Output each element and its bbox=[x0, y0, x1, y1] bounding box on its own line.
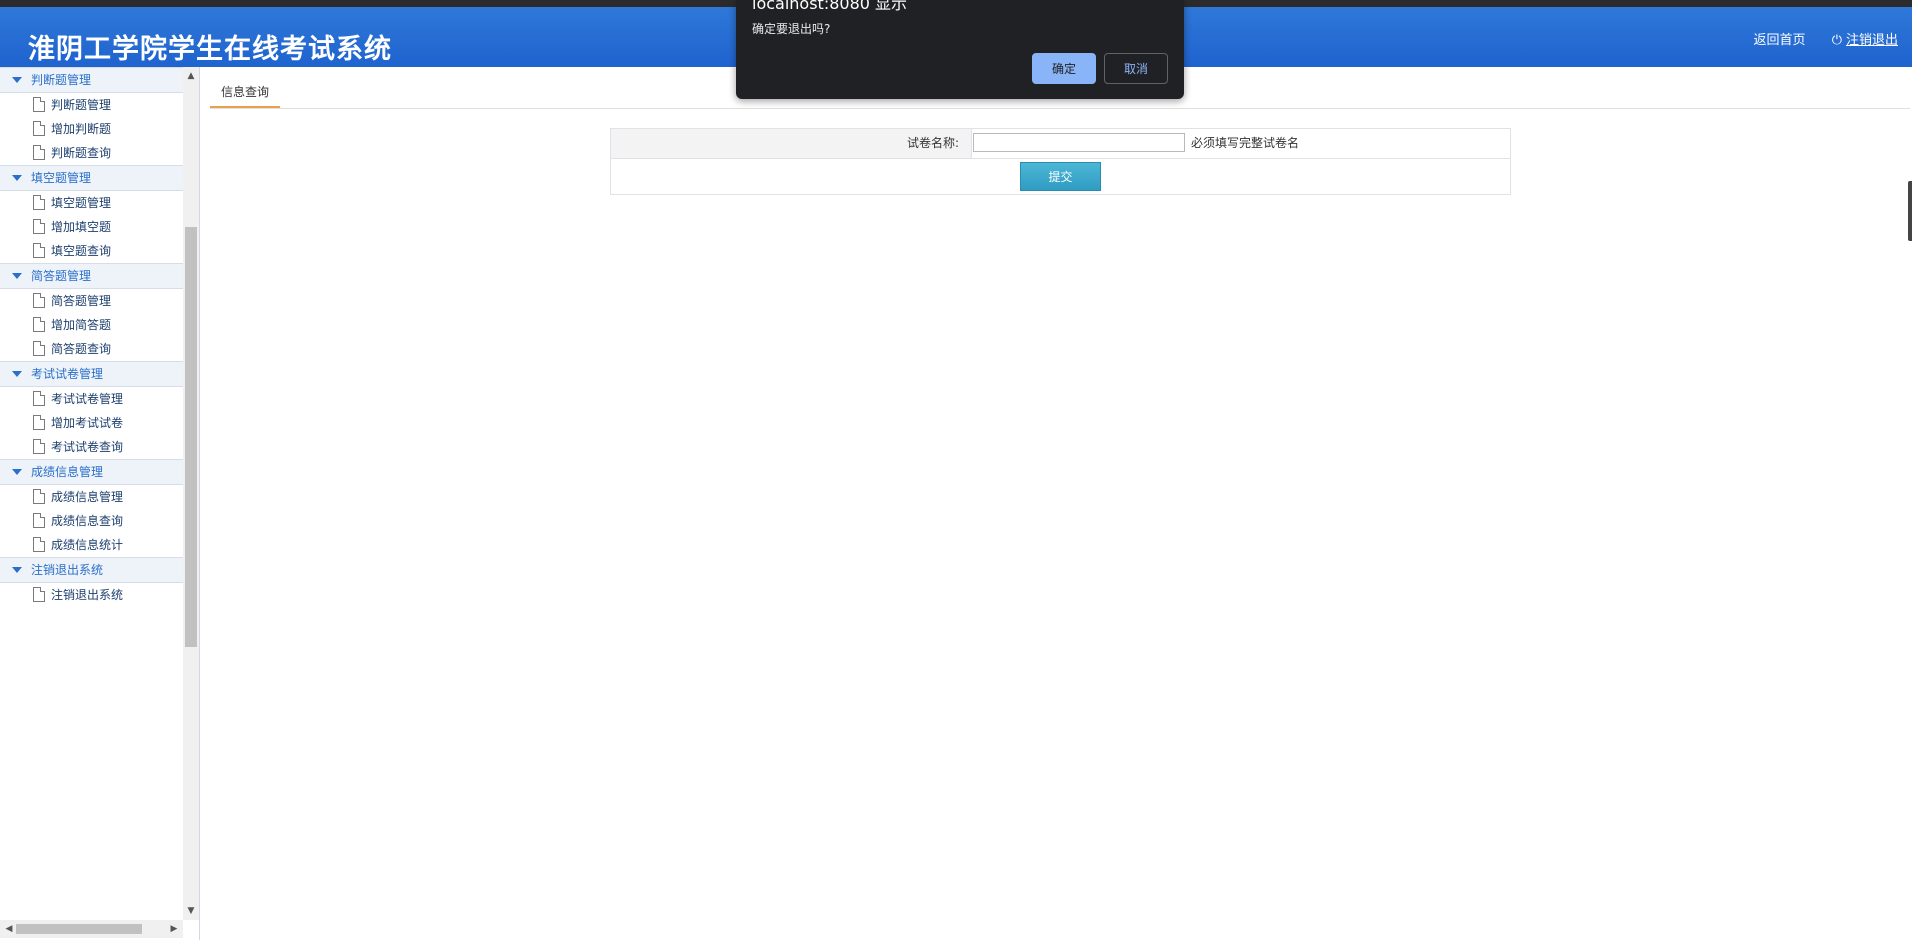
scrollbar-thumb-horizontal[interactable] bbox=[16, 924, 142, 934]
sidebar-item-label: 成绩信息查询 bbox=[51, 514, 124, 528]
paper-name-hint: 必须填写完整试卷名 bbox=[1191, 136, 1300, 150]
dialog-title: localhost:8080 显示 bbox=[752, 0, 908, 13]
sidebar-item-label: 简答题查询 bbox=[51, 342, 112, 356]
document-icon bbox=[33, 219, 45, 234]
scroll-right-icon[interactable]: ▶ bbox=[167, 920, 181, 938]
query-form: 试卷名称: 必须填写完整试卷名 提交 bbox=[610, 128, 1511, 195]
header-links: 返回首页 ⏻ 注销退出 bbox=[1754, 29, 1898, 48]
sidebar-item-label: 填空题管理 bbox=[51, 196, 112, 210]
document-icon bbox=[33, 121, 45, 136]
sidebar-item-label: 考试试卷查询 bbox=[51, 440, 124, 454]
caret-down-icon bbox=[12, 468, 22, 475]
document-icon bbox=[33, 489, 45, 504]
dialog-message: 确定要退出吗? bbox=[752, 22, 831, 36]
sidebar-group-header[interactable]: 注销退出系统 bbox=[0, 557, 183, 583]
app-title: 淮阴工学院学生在线考试系统 bbox=[28, 34, 392, 65]
sidebar-item[interactable]: 增加判断题 bbox=[0, 117, 183, 141]
sidebar-group-label: 成绩信息管理 bbox=[31, 465, 104, 479]
sidebar-item-label: 成绩信息统计 bbox=[51, 538, 124, 552]
sidebar-item[interactable]: 判断题查询 bbox=[0, 141, 183, 165]
confirm-dialog: localhost:8080 显示 确定要退出吗? 确定 取消 bbox=[736, 0, 1184, 99]
sidebar-item-label: 判断题管理 bbox=[51, 98, 112, 112]
caret-down-icon bbox=[12, 76, 22, 83]
sidebar-item-label: 增加判断题 bbox=[51, 122, 112, 136]
logout-link[interactable]: 注销退出 bbox=[1846, 33, 1898, 48]
submit-button[interactable]: 提交 bbox=[1020, 162, 1101, 191]
sidebar-group-label: 注销退出系统 bbox=[31, 563, 104, 577]
sidebar-item-label: 判断题查询 bbox=[51, 146, 112, 160]
sidebar-item[interactable]: 增加简答题 bbox=[0, 313, 183, 337]
sidebar-item-label: 增加简答题 bbox=[51, 318, 112, 332]
sidebar-item[interactable]: 简答题管理 bbox=[0, 289, 183, 313]
document-icon bbox=[33, 341, 45, 356]
sidebar-horizontal-scrollbar[interactable]: ◀ ▶ bbox=[0, 920, 183, 938]
sidebar-item[interactable]: 填空题管理 bbox=[0, 191, 183, 215]
sidebar-item-label: 考试试卷管理 bbox=[51, 392, 124, 406]
sidebar-item-label: 填空题查询 bbox=[51, 244, 112, 258]
sidebar-vertical-scrollbar[interactable]: ▲ ▼ bbox=[183, 67, 199, 920]
sidebar-item[interactable]: 成绩信息统计 bbox=[0, 533, 183, 557]
sidebar-group-header[interactable]: 简答题管理 bbox=[0, 263, 183, 289]
scroll-down-icon[interactable]: ▼ bbox=[183, 904, 199, 918]
sidebar-item[interactable]: 增加考试试卷 bbox=[0, 411, 183, 435]
caret-down-icon bbox=[12, 370, 22, 377]
sidebar-group-label: 考试试卷管理 bbox=[31, 367, 104, 381]
sidebar-item[interactable]: 考试试卷查询 bbox=[0, 435, 183, 459]
sidebar-group-label: 简答题管理 bbox=[31, 269, 92, 283]
sidebar-item-label: 增加填空题 bbox=[51, 220, 112, 234]
sidebar-group-label: 判断题管理 bbox=[31, 73, 92, 87]
sidebar-item-label: 注销退出系统 bbox=[51, 588, 124, 602]
right-edge-handle bbox=[1908, 181, 1912, 241]
sidebar-item[interactable]: 增加填空题 bbox=[0, 215, 183, 239]
caret-down-icon bbox=[12, 174, 22, 181]
sidebar-group-header[interactable]: 成绩信息管理 bbox=[0, 459, 183, 485]
home-link[interactable]: 返回首页 bbox=[1754, 33, 1806, 48]
document-icon bbox=[33, 587, 45, 602]
caret-down-icon bbox=[12, 272, 22, 279]
sidebar-item-label: 成绩信息管理 bbox=[51, 490, 124, 504]
sidebar-group-header[interactable]: 判断题管理 bbox=[0, 67, 183, 93]
dialog-cancel-button[interactable]: 取消 bbox=[1104, 53, 1168, 84]
sidebar-item[interactable]: 填空题查询 bbox=[0, 239, 183, 263]
document-icon bbox=[33, 391, 45, 406]
sidebar-group-header[interactable]: 考试试卷管理 bbox=[0, 361, 183, 387]
scrollbar-thumb[interactable] bbox=[185, 227, 197, 647]
document-icon bbox=[33, 97, 45, 112]
paper-name-label: 试卷名称: bbox=[611, 129, 972, 158]
sidebar-item[interactable]: 判断题管理 bbox=[0, 93, 183, 117]
form-row-submit: 提交 bbox=[611, 159, 1510, 194]
sidebar-item[interactable]: 注销退出系统 bbox=[0, 583, 183, 607]
form-row-paper-name: 试卷名称: 必须填写完整试卷名 bbox=[611, 129, 1510, 159]
sidebar-item-label: 增加考试试卷 bbox=[51, 416, 124, 430]
caret-down-icon bbox=[12, 566, 22, 573]
document-icon bbox=[33, 415, 45, 430]
power-icon: ⏻ bbox=[1831, 33, 1842, 48]
document-icon bbox=[33, 293, 45, 308]
document-icon bbox=[33, 317, 45, 332]
sidebar-group-header[interactable]: 填空题管理 bbox=[0, 165, 183, 191]
sidebar-item[interactable]: 考试试卷管理 bbox=[0, 387, 183, 411]
scroll-left-icon[interactable]: ◀ bbox=[2, 920, 16, 938]
document-icon bbox=[33, 195, 45, 210]
document-icon bbox=[33, 537, 45, 552]
scroll-up-icon[interactable]: ▲ bbox=[183, 69, 199, 83]
sidebar-item[interactable]: 简答题查询 bbox=[0, 337, 183, 361]
document-icon bbox=[33, 439, 45, 454]
sidebar-menu: 判断题管理 判断题管理 增加判断题 判断题查询 填空题管理 填空题管理 增加填空题 填空题查询… bbox=[0, 67, 184, 920]
sidebar: 判断题管理 判断题管理 增加判断题 判断题查询 填空题管理 填空题管理 增加填空题 填空题查询… bbox=[0, 67, 200, 940]
dialog-ok-button[interactable]: 确定 bbox=[1032, 53, 1096, 84]
menu-list: 判断题管理 判断题管理 增加判断题 判断题查询 填空题管理 填空题管理 增加填空题 填空题查询… bbox=[0, 67, 183, 607]
document-icon bbox=[33, 513, 45, 528]
tab-info-query[interactable]: 信息查询 bbox=[210, 78, 280, 108]
sidebar-item-label: 简答题管理 bbox=[51, 294, 112, 308]
paper-name-input[interactable] bbox=[973, 133, 1185, 152]
document-icon bbox=[33, 243, 45, 258]
sidebar-item[interactable]: 成绩信息查询 bbox=[0, 509, 183, 533]
sidebar-item[interactable]: 成绩信息管理 bbox=[0, 485, 183, 509]
sidebar-group-label: 填空题管理 bbox=[31, 171, 92, 185]
document-icon bbox=[33, 145, 45, 160]
